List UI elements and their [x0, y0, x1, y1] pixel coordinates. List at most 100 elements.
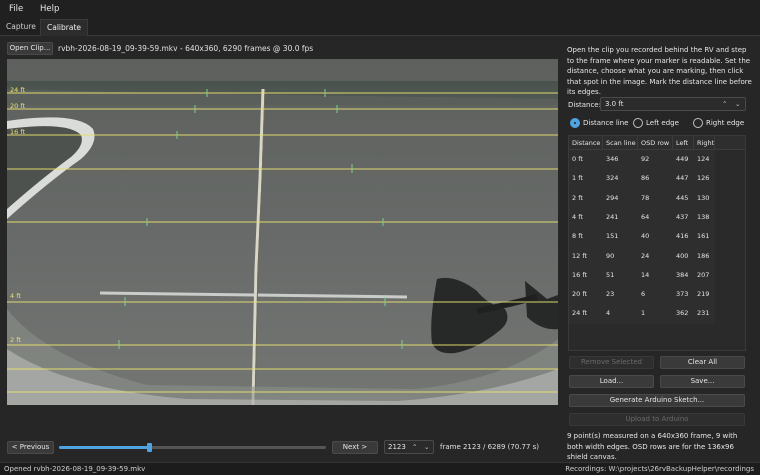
distance-combobox[interactable]: 3.0 ft ⌃ ⌄: [600, 97, 746, 111]
overlay-label-2ft: 2 ft: [10, 336, 21, 344]
menu-bar: File Help: [0, 0, 760, 19]
table-row[interactable]: 12 ft 90 24 400 186: [569, 247, 745, 266]
file-info: rvbh-2026-08-19_09-39-59.mkv - 640x360, …: [58, 44, 314, 53]
radio-indicator-icon: [693, 118, 703, 128]
overlay-label-16ft: 16 ft: [10, 128, 26, 136]
table-cell: 1 ft: [572, 174, 583, 183]
column-header-left[interactable]: Left: [673, 136, 694, 150]
table-cell: 384: [676, 270, 689, 279]
table-cell: 12 ft: [572, 251, 588, 260]
table-cell: 51: [606, 270, 615, 279]
overlay-label-20ft: 20 ft: [10, 102, 26, 110]
save-button[interactable]: Save...: [660, 375, 745, 388]
calibration-table[interactable]: Distance Scan line OSD row Left Right 0 …: [568, 135, 746, 351]
radio-indicator-icon: [570, 118, 580, 128]
video-image: [7, 59, 558, 405]
frame-info: frame 2123 / 6289 (70.77 s): [440, 443, 540, 451]
table-cell: 294: [606, 193, 619, 202]
chevron-down-icon[interactable]: ⌄: [735, 98, 740, 110]
distance-label: Distance:: [568, 101, 601, 109]
table-cell: 4 ft: [572, 212, 583, 221]
table-cell: 24 ft: [572, 309, 588, 318]
column-header-osd-row[interactable]: OSD row: [638, 136, 673, 150]
table-cell: 400: [676, 251, 689, 260]
table-cell: 92: [641, 155, 650, 163]
status-bar: Opened rvbh-2026-08-19_09-39-59.mkv Reco…: [0, 462, 760, 475]
frame-slider[interactable]: [59, 443, 326, 452]
previous-button[interactable]: < Previous: [7, 441, 54, 454]
table-cell: 449: [676, 155, 689, 163]
table-cell: 130: [697, 193, 710, 202]
table-cell: 447: [676, 174, 689, 183]
video-frame[interactable]: 24 ft 20 ft 16 ft 4 ft 2 ft: [7, 59, 558, 405]
table-cell: 20 ft: [572, 290, 588, 299]
table-row[interactable]: 8 ft 151 40 416 161: [569, 227, 745, 246]
table-cell: 138: [697, 212, 710, 221]
radio-left-edge[interactable]: Left edge: [633, 118, 679, 128]
table-row[interactable]: 20 ft 23 6 373 219: [569, 285, 745, 304]
frame-spinbox[interactable]: 2123 ⌃ ⌄: [384, 440, 434, 454]
load-button[interactable]: Load...: [569, 375, 654, 388]
table-row[interactable]: 0 ft 346 92 449 124: [569, 150, 745, 169]
tab-calibrate[interactable]: Calibrate: [40, 19, 88, 36]
table-cell: 6: [641, 290, 646, 299]
table-cell: 14: [641, 270, 650, 279]
table-cell: 241: [606, 212, 619, 221]
tab-bar: Capture Calibrate: [0, 19, 760, 36]
table-cell: 161: [697, 232, 710, 241]
open-clip-button[interactable]: Open Clip...: [7, 42, 53, 55]
table-row[interactable]: 4 ft 241 64 437 138: [569, 208, 745, 227]
spin-up-icon[interactable]: ⌃: [412, 441, 417, 453]
table-row[interactable]: 2 ft 294 78 445 130: [569, 189, 745, 208]
overlay-label-24ft: 24 ft: [10, 86, 26, 94]
table-cell: 16 ft: [572, 270, 588, 279]
upload-arduino-button[interactable]: Upload to Arduino: [569, 413, 745, 426]
frame-spinbox-value: 2123: [388, 443, 406, 451]
table-cell: 40: [641, 232, 650, 241]
table-cell: 231: [697, 309, 710, 318]
table-cell: 373: [676, 290, 689, 299]
table-header: Distance Scan line OSD row Left Right: [569, 136, 745, 150]
spin-down-icon[interactable]: ⌄: [424, 441, 429, 453]
table-cell: 4: [606, 309, 611, 318]
table-cell: 437: [676, 212, 689, 221]
table-row[interactable]: 16 ft 51 14 384 207: [569, 266, 745, 285]
column-header-distance[interactable]: Distance: [569, 136, 603, 150]
table-row[interactable]: 24 ft 4 1 362 231: [569, 304, 745, 323]
table-cell: 8 ft: [572, 232, 583, 241]
slider-fill: [59, 446, 150, 449]
remove-selected-button[interactable]: Remove Selected: [569, 356, 654, 369]
table-cell: 90: [606, 251, 615, 260]
column-header-scan-line[interactable]: Scan line: [603, 136, 638, 150]
radio-distance-line[interactable]: Distance line: [570, 118, 628, 128]
table-cell: 78: [641, 193, 650, 202]
menu-file[interactable]: File: [9, 4, 23, 14]
table-cell: 86: [641, 174, 650, 183]
clear-all-button[interactable]: Clear All: [660, 356, 745, 369]
column-header-right[interactable]: Right: [694, 136, 715, 150]
table-cell: 324: [606, 174, 619, 183]
chevron-up-icon[interactable]: ⌃: [722, 98, 727, 110]
tab-capture[interactable]: Capture: [0, 19, 42, 36]
menu-help[interactable]: Help: [40, 4, 59, 14]
table-cell: 151: [606, 232, 619, 241]
overlay-label-4ft: 4 ft: [10, 292, 21, 300]
table-cell: 346: [606, 155, 619, 163]
slider-thumb[interactable]: [147, 443, 153, 452]
radio-distance-line-label: Distance line: [583, 119, 629, 127]
table-cell: 186: [697, 251, 710, 260]
radio-right-edge[interactable]: Right edge: [693, 118, 744, 128]
table-cell: 2 ft: [572, 193, 583, 202]
summary-text: 9 point(s) measured on a 640x360 frame, …: [567, 432, 738, 461]
table-cell: 445: [676, 193, 689, 202]
table-cell: 1: [641, 309, 646, 318]
next-button[interactable]: Next >: [332, 441, 378, 454]
distance-value: 3.0 ft: [605, 100, 624, 108]
instructions-text: Open the clip you recorded behind the RV…: [567, 46, 752, 96]
table-row[interactable]: 1 ft 324 86 447 126: [569, 169, 745, 188]
recordings-path: Recordings: W:\projects\26rvBackupHelper…: [565, 465, 754, 473]
table-cell: 207: [697, 270, 710, 279]
generate-sketch-button[interactable]: Generate Arduino Sketch...: [569, 394, 745, 407]
status-message: Opened rvbh-2026-08-19_09-39-59.mkv: [4, 465, 146, 473]
table-cell: 124: [697, 155, 710, 163]
